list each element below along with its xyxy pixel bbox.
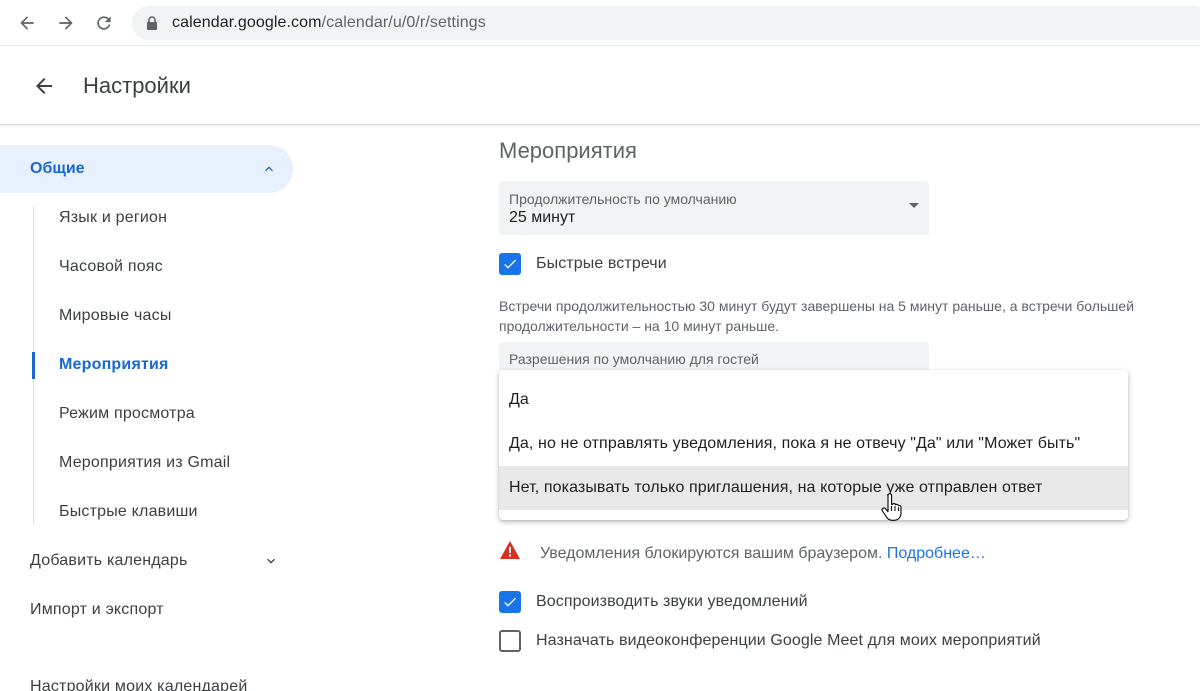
guest-permissions-label: Разрешения по умолчанию для гостей xyxy=(509,351,759,367)
browser-toolbar: calendar.google.com/calendar/u/0/r/setti… xyxy=(0,0,1200,46)
dropdown-option-no[interactable]: Нет, показывать только приглашения, на к… xyxy=(499,466,1128,510)
sidebar-item-events-from-gmail[interactable]: Мероприятия из Gmail xyxy=(59,454,230,472)
page-title: Настройки xyxy=(83,73,191,98)
notification-warning: Уведомления блокируются вашим браузером.… xyxy=(540,545,986,563)
sidebar-item-view-options[interactable]: Режим просмотра xyxy=(59,405,195,423)
play-sounds-checkbox[interactable] xyxy=(499,591,521,613)
dropdown-option-yes[interactable]: Да xyxy=(499,378,1128,422)
url-text: calendar.google.com/calendar/u/0/r/setti… xyxy=(172,14,486,32)
sidebar-item-events[interactable]: Мероприятия xyxy=(59,356,169,374)
speedy-meetings-checkbox[interactable] xyxy=(499,253,521,275)
speedy-meetings-description: Встречи продолжительностью 30 минут буду… xyxy=(499,298,1135,334)
section-title: Мероприятия xyxy=(499,138,637,163)
guest-permissions-dropdown: Да Да, но не отправлять уведомления, пок… xyxy=(499,370,1128,520)
warning-icon xyxy=(499,540,521,560)
arrow-back-icon xyxy=(36,78,52,94)
dropdown-option-yes-no-notify[interactable]: Да, но не отправлять уведомления, пока я… xyxy=(499,422,1128,466)
browser-back-button[interactable] xyxy=(13,9,41,37)
speedy-meetings-label: Быстрые встречи xyxy=(536,255,667,272)
google-meet-checkbox[interactable] xyxy=(499,630,521,652)
play-sounds-label: Воспроизводить звуки уведомлений xyxy=(536,593,808,610)
default-duration-label: Продолжительность по умолчанию xyxy=(509,191,737,207)
reload-icon xyxy=(97,16,111,30)
learn-more-link[interactable]: Подробнее… xyxy=(887,545,986,562)
back-button[interactable] xyxy=(30,72,58,100)
chevron-up-icon[interactable] xyxy=(257,157,281,181)
url-path: /calendar/u/0/r/settings xyxy=(321,14,486,31)
arrow-right-icon xyxy=(59,16,73,30)
browser-forward-button[interactable] xyxy=(52,9,80,37)
sidebar-section-my-calendars[interactable]: Настройки моих календарей xyxy=(30,678,247,691)
sidebar-item-language-region[interactable]: Язык и регион xyxy=(59,209,167,227)
settings-header: Настройки xyxy=(0,46,1200,125)
sidebar-section-add-calendar[interactable]: Добавить календарь xyxy=(30,552,188,570)
check-icon xyxy=(504,597,516,607)
browser-reload-button[interactable] xyxy=(90,9,118,37)
check-icon xyxy=(504,259,516,269)
active-indicator xyxy=(32,352,35,379)
default-duration-value: 25 минут xyxy=(509,209,576,226)
lock-icon xyxy=(146,16,160,30)
default-duration-select[interactable]: Продолжительность по умолчанию 25 минут xyxy=(499,181,929,235)
hand-cursor-icon xyxy=(881,493,903,521)
url-host: calendar.google.com xyxy=(172,14,322,31)
sidebar-item-keyboard-shortcuts[interactable]: Быстрые клавиши xyxy=(59,503,198,521)
sidebar-item-world-clock[interactable]: Мировые часы xyxy=(59,307,172,325)
dropdown-arrow-icon xyxy=(909,203,919,208)
sidebar-section-general-label: Общие xyxy=(30,160,85,177)
notification-warning-text: Уведомления блокируются вашим браузером. xyxy=(540,545,883,562)
sidebar-section-general[interactable]: Общие xyxy=(0,145,293,193)
address-bar[interactable]: calendar.google.com/calendar/u/0/r/setti… xyxy=(132,6,1200,40)
chevron-down-icon[interactable] xyxy=(259,549,283,573)
settings-sidebar: Общие Язык и регион Часовой пояс Мировые… xyxy=(0,126,320,691)
sidebar-section-import-export[interactable]: Импорт и экспорт xyxy=(30,601,164,619)
guest-permissions-select[interactable]: Разрешения по умолчанию для гостей xyxy=(499,342,929,370)
sidebar-item-time-zone[interactable]: Часовой пояс xyxy=(59,258,163,276)
google-meet-label: Назначать видеоконференции Google Meet д… xyxy=(536,632,1041,649)
arrow-left-icon xyxy=(20,16,34,30)
